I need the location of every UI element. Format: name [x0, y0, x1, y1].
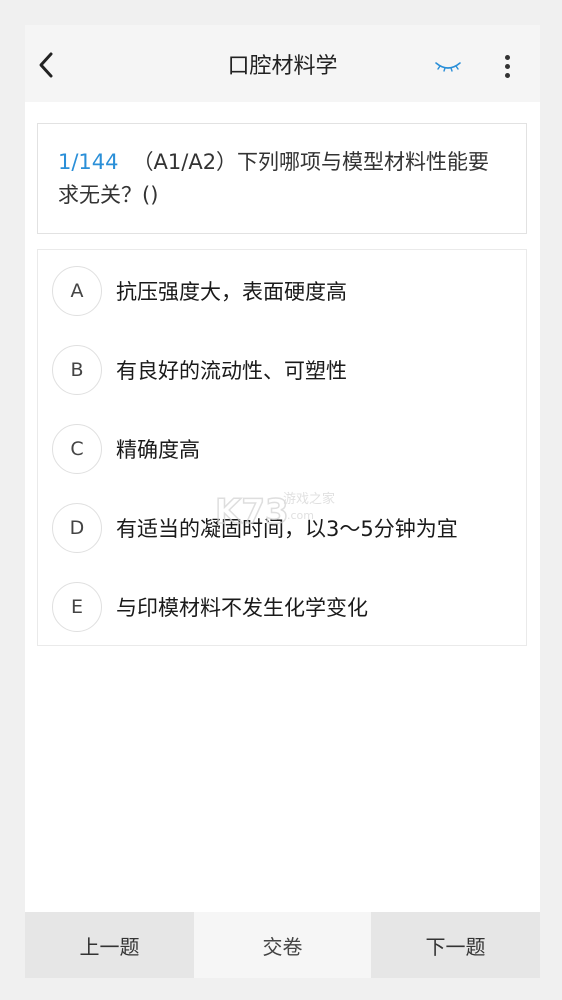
question-index: 1/144 [58, 150, 119, 174]
watermark-brand: K73 [215, 492, 289, 531]
option-letter: B [52, 345, 102, 395]
question-card: 1/144 （A1/A2）下列哪项与模型材料性能要求无关？() [37, 123, 527, 234]
option-text: 抗压强度大，表面硬度高 [116, 280, 347, 304]
question-text: （A1/A2）下列哪项与模型材料性能要求无关？() [58, 150, 490, 207]
option-c[interactable]: C 精确度高 [38, 417, 526, 481]
prev-question-button[interactable]: 上一题 [25, 912, 194, 978]
app-screen: 口腔材料学 1/144 （A1/A2）下列哪项与模型材料性能要求无关？() A 抗… [25, 25, 540, 978]
more-vertical-icon [504, 54, 510, 60]
options-list: A 抗压强度大，表面硬度高 B 有良好的流动性、可塑性 C 精确度高 D 有适当… [37, 249, 527, 646]
hide-answer-button[interactable] [433, 55, 463, 75]
option-letter: E [52, 582, 102, 632]
option-b[interactable]: B 有良好的流动性、可塑性 [38, 338, 526, 402]
watermark-sub: 游戏之家 [283, 491, 335, 507]
k73-watermark-logo: K73 游戏之家 .com [215, 491, 335, 531]
option-e[interactable]: E 与印模材料不发生化学变化 [38, 575, 526, 639]
option-a[interactable]: A 抗压强度大，表面硬度高 [38, 259, 526, 323]
option-text: 有良好的流动性、可塑性 [116, 359, 347, 383]
option-letter: C [52, 424, 102, 474]
watermark-domain: .com [287, 509, 314, 522]
more-menu-button[interactable] [495, 51, 519, 81]
bottom-bar: 上一题 交卷 下一题 [25, 912, 540, 978]
option-text: 精确度高 [116, 438, 200, 462]
submit-exam-button[interactable]: 交卷 [194, 912, 371, 978]
next-question-button[interactable]: 下一题 [371, 912, 540, 978]
option-letter: D [52, 503, 102, 553]
eye-closed-icon [435, 62, 461, 72]
option-letter: A [52, 266, 102, 316]
top-bar: 口腔材料学 [25, 25, 540, 102]
option-text: 与印模材料不发生化学变化 [116, 596, 368, 620]
